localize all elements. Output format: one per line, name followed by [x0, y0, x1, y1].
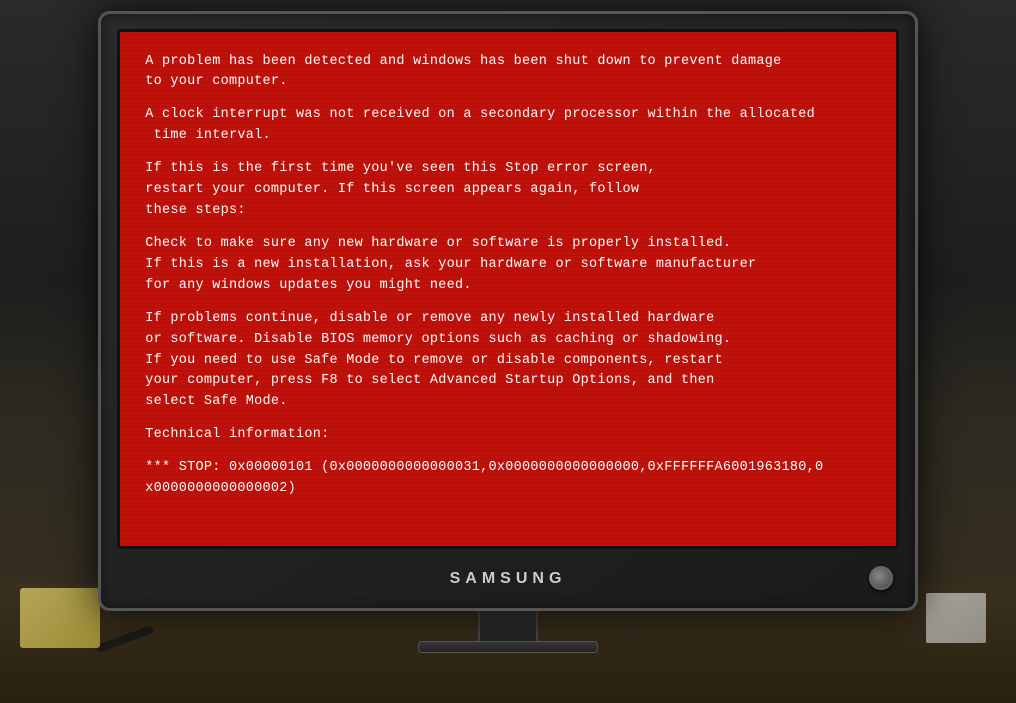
bsod-text-line2: A clock interrupt was not received on a … [145, 105, 870, 147]
bsod-text-line6: Technical information: [145, 425, 870, 446]
bsod-screen: A problem has been detected and windows … [120, 32, 895, 546]
bsod-text-line1: A problem has been detected and windows … [145, 52, 870, 94]
desk-item-left [20, 588, 100, 648]
monitor-bottom-bezel: SAMSUNG [101, 549, 915, 604]
power-button[interactable] [869, 566, 893, 590]
desk-item-right [926, 593, 986, 643]
bsod-text-line7: *** STOP: 0x00000101 (0x0000000000000031… [145, 458, 870, 500]
bsod-text-line3: If this is the first time you've seen th… [145, 159, 870, 222]
bsod-text-line4: Check to make sure any new hardware or s… [145, 234, 870, 297]
monitor-stand-base [418, 641, 598, 653]
screen-bezel: A problem has been detected and windows … [117, 29, 898, 549]
monitor-stand-neck [478, 611, 538, 641]
monitor: A problem has been detected and windows … [98, 11, 918, 611]
brand-label: SAMSUNG [450, 570, 567, 588]
bsod-text-line5: If problems continue, disable or remove … [145, 309, 870, 414]
